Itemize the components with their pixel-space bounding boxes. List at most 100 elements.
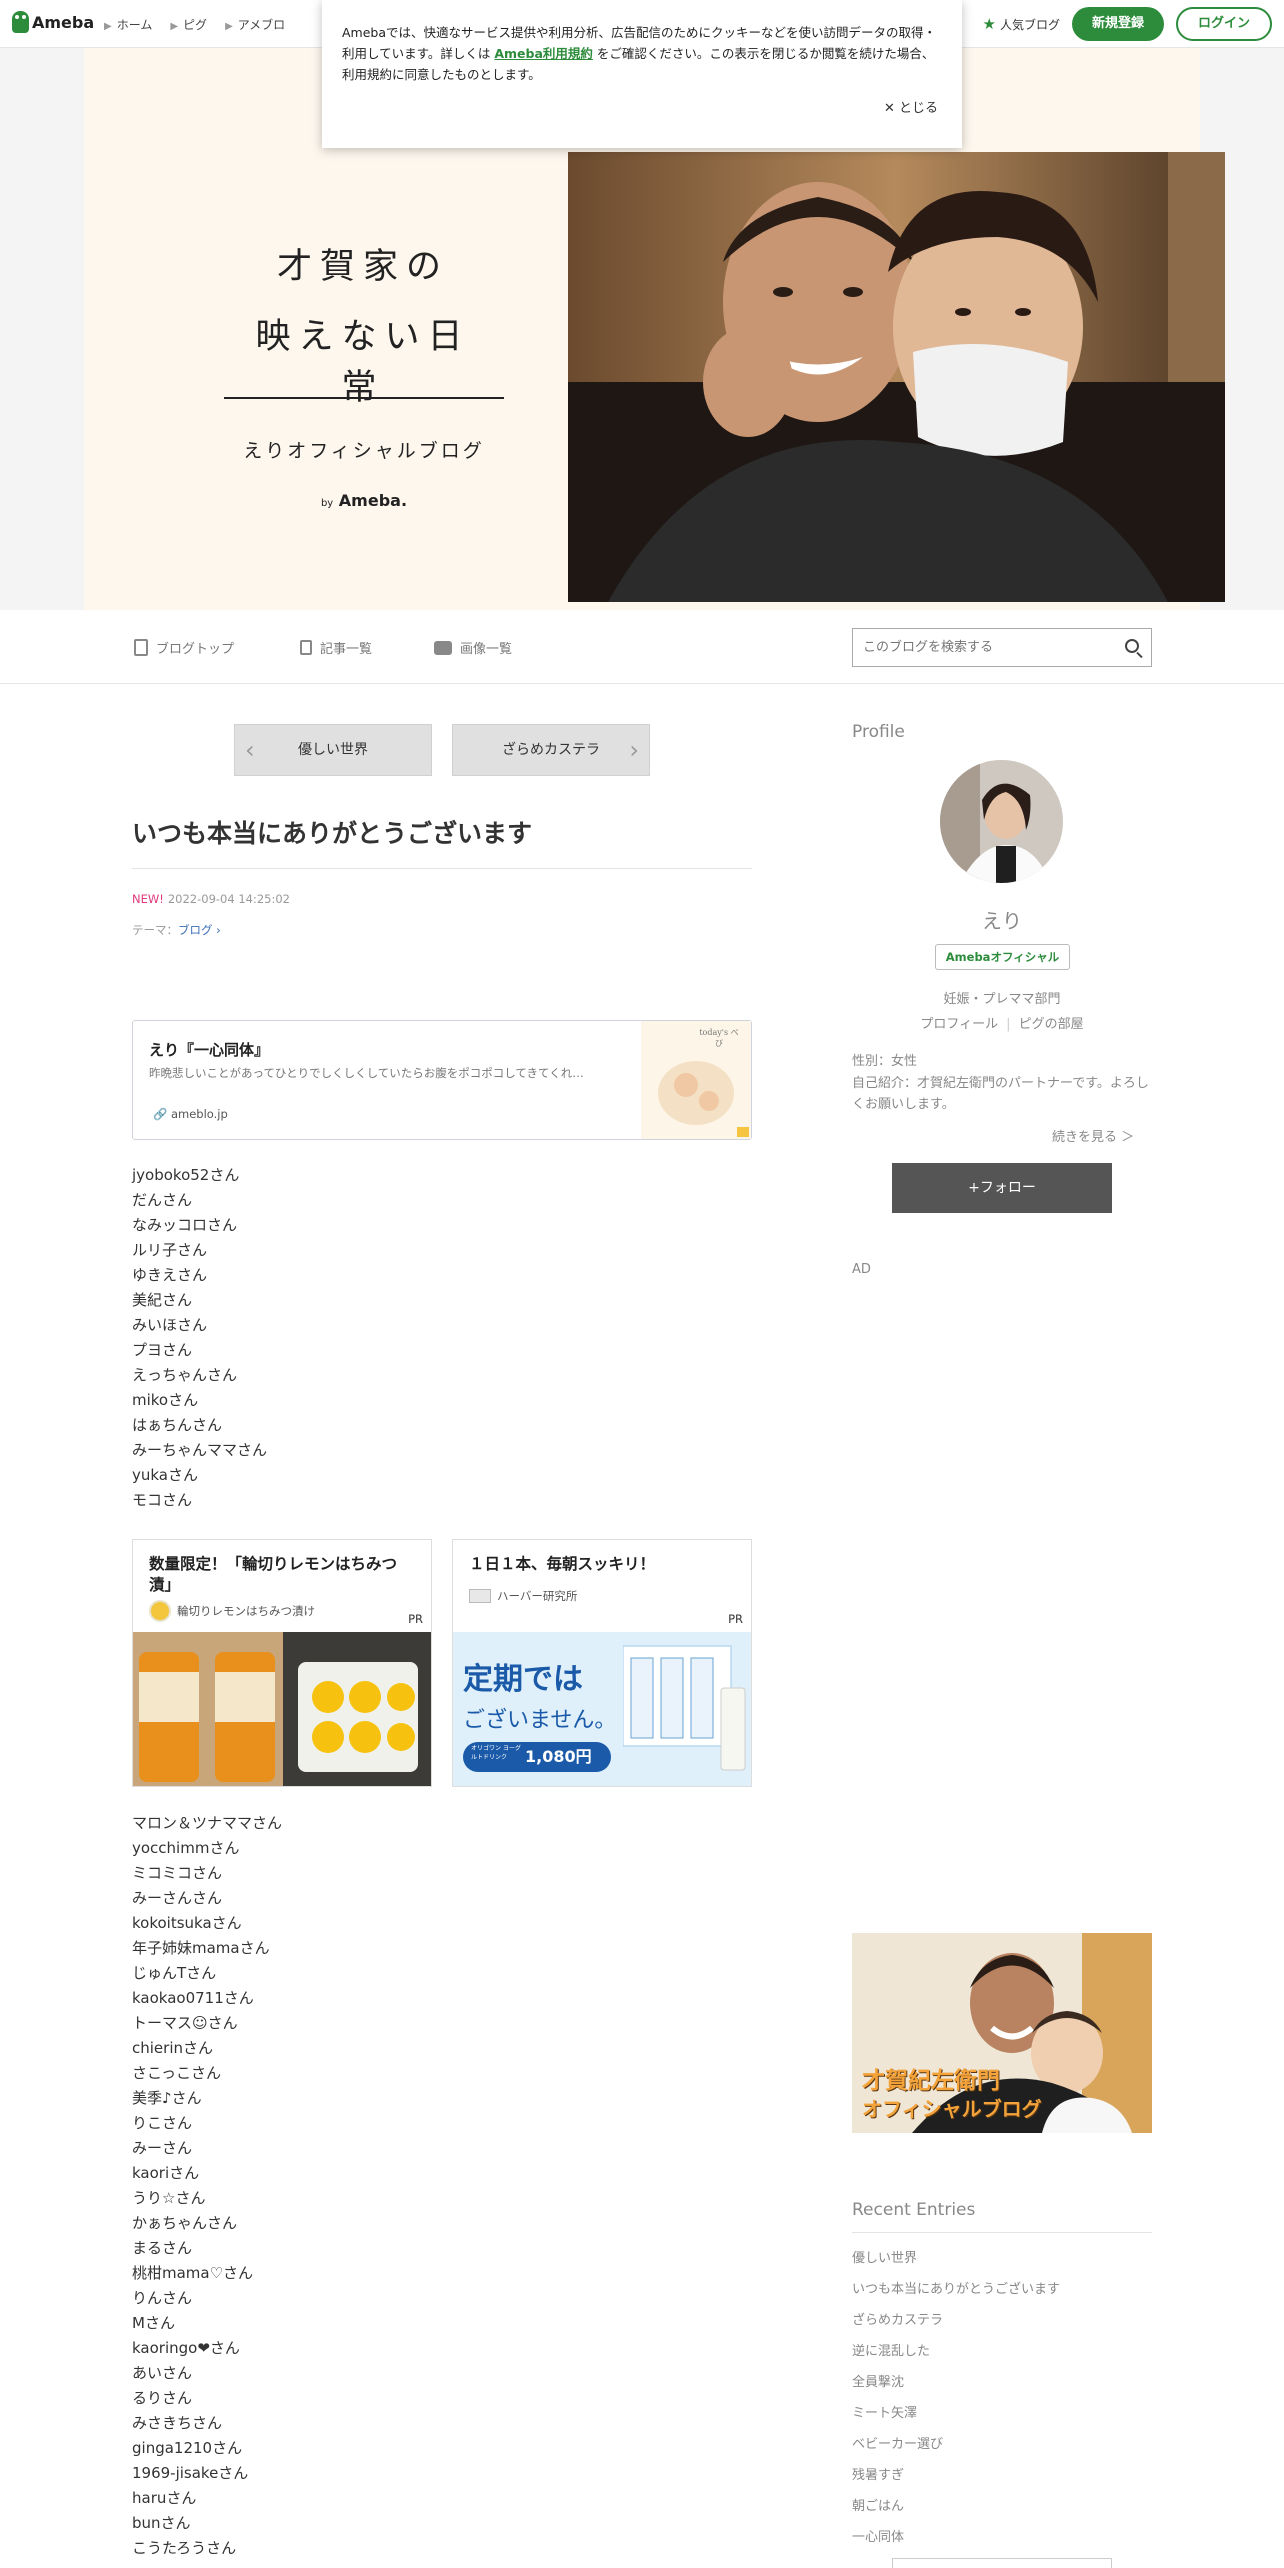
frog-logo-icon: [12, 11, 29, 33]
new-badge: NEW!: [132, 892, 164, 906]
profile-name: えり: [982, 909, 1022, 933]
recent-entry-link[interactable]: ざらめカステラ: [852, 2305, 1060, 2336]
linkcard-thumbnail: today's べび: [641, 1021, 751, 1139]
list-item: ゆきえさん: [132, 1266, 208, 1284]
divider: [852, 2232, 1152, 2233]
partner-blog-banner[interactable]: 才賀紀左衛門 オフィシャルブログ: [852, 1933, 1152, 2133]
recent-entry-link[interactable]: ベビーカー選び: [852, 2429, 1060, 2460]
list-item: kaoringo❤さん: [132, 2339, 240, 2357]
search-input[interactable]: [863, 629, 1103, 666]
recent-entry-link[interactable]: 残暑すぎ: [852, 2460, 1060, 2491]
by-ameba: by Ameba.: [224, 491, 504, 510]
nav-pigg[interactable]: ▶ ピグ: [170, 16, 207, 33]
recent-entry-link[interactable]: 逆に混乱した: [852, 2336, 1060, 2367]
list-item: はぁちんさん: [132, 1416, 223, 1434]
nav-home[interactable]: ▶ ホーム: [104, 16, 152, 33]
list-item: さこっこさん: [132, 2064, 221, 2082]
chevron-left-icon: ‹: [245, 736, 255, 764]
recent-entry-link[interactable]: いつも本当にありがとうございます: [852, 2274, 1060, 2305]
theme-link[interactable]: ブログ ›: [178, 923, 221, 937]
recent-entry-link[interactable]: 朝ごはん: [852, 2491, 1060, 2522]
copy-icon: [300, 640, 312, 655]
chevron-right-icon: ›: [216, 923, 221, 937]
ad-title: １日１本、毎朝スッキリ！: [469, 1555, 656, 1573]
list-item: あいさん: [132, 2364, 193, 2382]
login-button[interactable]: ログイン: [1175, 7, 1272, 41]
thanks-list-2: マロン＆ツナママさん yocchimmさん ミコミコさん みーさんさん koko…: [132, 1811, 282, 2561]
menu-image-list-label: 画像一覧: [460, 642, 513, 657]
list-item: かぁちゃんさん: [132, 2214, 238, 2232]
profile-link[interactable]: プロフィール: [920, 1017, 998, 1032]
list-item: chierinさん: [132, 2039, 213, 2057]
list-item: えっちゃんさん: [132, 1366, 238, 1384]
ad-card-yogurt[interactable]: １日１本、毎朝スッキリ！ ハーバー研究所 PR 定期では ございません。 オリゴ…: [452, 1539, 752, 1787]
ad-advertiser-name: 輪切りレモンはちみつ漬け: [177, 1604, 315, 1618]
article-meta: NEW! 2022-09-04 14:25:02: [132, 892, 290, 906]
prev-article-label: 優しい世界: [298, 742, 368, 758]
follow-button[interactable]: +フォロー: [892, 1163, 1112, 1213]
ad-title: 数量限定！「輪切りレモンはちみつ漬」: [149, 1555, 398, 1594]
prev-article-button[interactable]: ‹ 優しい世界: [234, 724, 432, 776]
official-badge: Amebaオフィシャル: [935, 944, 1070, 970]
menu-article-list[interactable]: 記事一覧: [300, 638, 372, 657]
terms-link[interactable]: Ameba利用規約: [494, 46, 593, 61]
linkcard-host: 🔗 ameblo.jp: [153, 1107, 228, 1121]
pr-badge: PR: [728, 1612, 743, 1626]
recent-entries-list: 優しい世界 いつも本当にありがとうございます ざらめカステラ 逆に混乱した 全員…: [852, 2243, 1060, 2553]
popular-label: 人気ブログ: [999, 17, 1060, 32]
read-more-link[interactable]: 続きを見る ＞: [1052, 1126, 1134, 1145]
list-item: じゅんTさん: [132, 1964, 217, 1982]
list-item: みーちゃんママさん: [132, 1441, 268, 1459]
article-theme: テーマ：ブログ ›: [132, 922, 221, 938]
global-nav: ▶ ホーム ▶ ピグ ▶ アメブロ: [104, 16, 285, 33]
nav-ameblo[interactable]: ▶ アメブロ: [225, 16, 285, 33]
embedded-link-card[interactable]: えり『一心同体』 昨晩悲しいことがあってひとりでしくしくしていたらお腹をポコポコ…: [132, 1020, 752, 1140]
ad-price-badge: オリゴワン ヨーグルトドリンク 1,080円: [463, 1742, 611, 1772]
nav-ameblo-label: アメブロ: [237, 18, 286, 32]
list-item: kokoitsukaさん: [132, 1914, 242, 1932]
ad-label: AD: [852, 1262, 871, 1277]
advertiser-logo-icon: [149, 1600, 171, 1622]
list-item: bunさん: [132, 2514, 191, 2532]
list-item: こうたろうさん: [132, 2539, 237, 2557]
chevron-right-icon: ▶: [104, 21, 112, 32]
avatar[interactable]: [940, 760, 1063, 883]
list-item: プヨさん: [132, 1341, 193, 1359]
thumb-caption: today's べび: [699, 1028, 739, 1048]
advertiser-logo-icon: [469, 1589, 491, 1603]
ameba-brand: Ameba.: [338, 491, 408, 510]
list-item: 1969-jisakeさん: [132, 2464, 249, 2482]
profile-links: プロフィール | ピグの部屋: [852, 1013, 1152, 1032]
cookie-close-button[interactable]: ✕ とじる: [884, 98, 938, 119]
popular-blogs-link[interactable]: ★ 人気ブログ: [983, 15, 1060, 33]
profile-category: 妊娠・プレママ部門: [943, 992, 1061, 1007]
blog-title-line2: 映えない日常: [255, 317, 471, 408]
list-item: みーさんさん: [132, 1889, 223, 1907]
search-icon[interactable]: [1125, 639, 1139, 653]
document-icon: [134, 639, 148, 656]
ad-advertiser: ハーバー研究所: [469, 1588, 577, 1604]
recent-entry-link[interactable]: 優しい世界: [852, 2243, 1060, 2274]
ad-card-lemon[interactable]: 数量限定！「輪切りレモンはちみつ漬」 輪切りレモンはちみつ漬け PR: [132, 1539, 432, 1787]
menu-blog-top[interactable]: ブログトップ: [134, 638, 234, 657]
ad-advertiser-name: ハーバー研究所: [497, 1589, 578, 1603]
recent-entry-link[interactable]: 一心同体: [852, 2522, 1060, 2553]
blog-subtitle: えりオフィシャルブログ: [243, 440, 485, 462]
signup-button[interactable]: 新規登録: [1071, 7, 1164, 41]
logo-text: Ameba: [32, 12, 95, 32]
pig-room-link[interactable]: ピグの部屋: [1019, 1017, 1084, 1032]
article-title: いつも本当にありがとうございます: [132, 814, 752, 869]
theme-value: ブログ: [178, 923, 213, 937]
list-item: mikoさん: [132, 1391, 199, 1409]
recent-entry-link[interactable]: ミート矢澤: [852, 2398, 1060, 2429]
menu-image-list[interactable]: 画像一覧: [434, 638, 512, 657]
recent-entry-link[interactable]: 全員撃沈: [852, 2367, 1060, 2398]
thanks-list-1: jyoboko52さん だんさん なみッコロさん ルリ子さん ゆきえさん 美紀さ…: [132, 1163, 267, 1513]
cookie-close-label: とじる: [899, 101, 939, 116]
list-item: マロン＆ツナママさん: [132, 1814, 283, 1832]
ameba-logo[interactable]: Ameba: [12, 11, 94, 33]
list-item: みいほさん: [132, 1316, 208, 1334]
linkcard-title: えり『一心同体』: [149, 1041, 270, 1059]
next-article-button[interactable]: ざらめカステラ ›: [452, 724, 650, 776]
nav-home-label: ホーム: [116, 18, 153, 32]
